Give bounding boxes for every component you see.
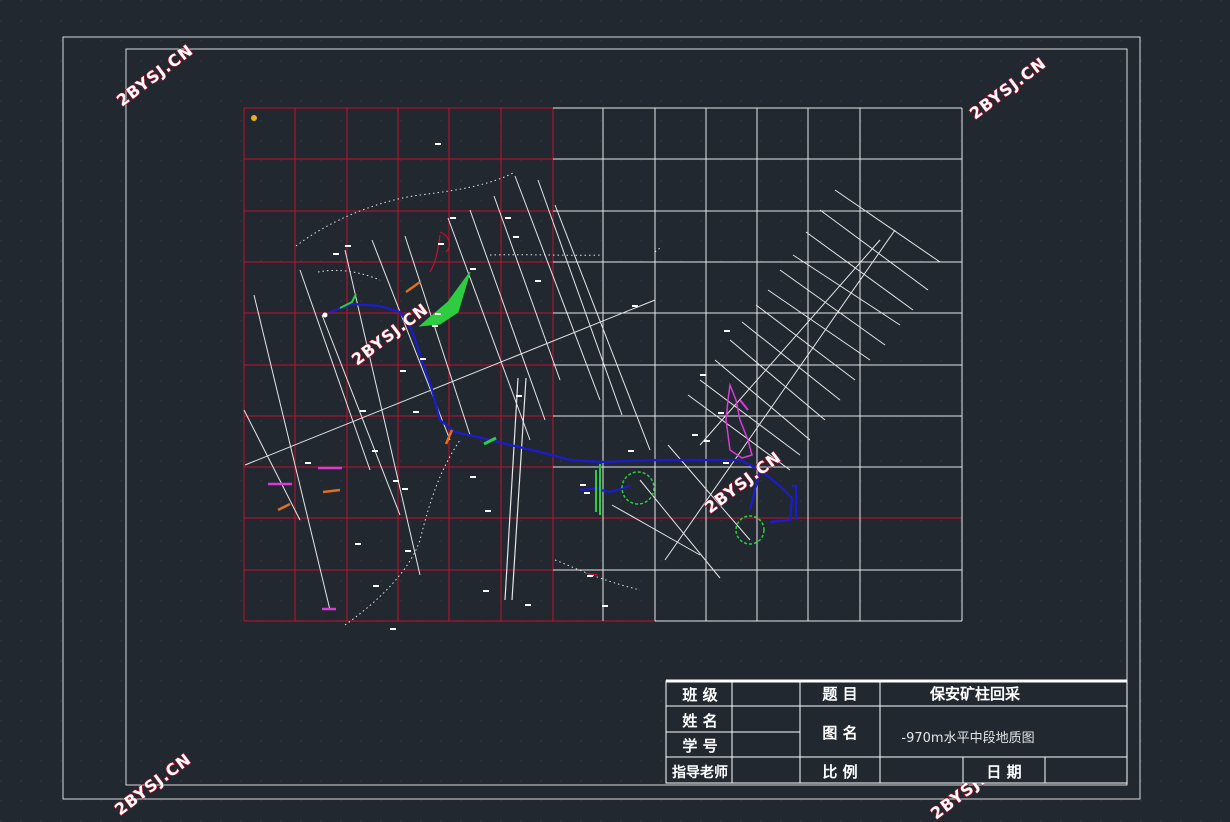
survey-tick (345, 245, 351, 247)
survey-tick (470, 268, 476, 270)
survey-tick (402, 488, 408, 490)
cad-drawing-canvas[interactable]: 2BYSJ.CN 2BYSJ.CN 2BYSJ.CN 2BYSJ.CN 2BYS… (0, 0, 1230, 822)
survey-tick (692, 434, 698, 436)
survey-tick (420, 358, 426, 360)
class-label: 班 级 (682, 686, 718, 704)
survey-tick (470, 476, 476, 478)
survey-tick (602, 605, 608, 607)
survey-tick (390, 628, 396, 630)
survey-tick (704, 440, 710, 442)
survey-tick (438, 243, 444, 245)
survey-tick (700, 374, 706, 376)
survey-tick (435, 143, 441, 145)
survey-tick (372, 450, 378, 452)
survey-tick (587, 575, 593, 577)
north-marker (251, 115, 257, 121)
survey-tick (505, 217, 511, 219)
survey-tick (333, 253, 339, 255)
name-label: 姓 名 (682, 712, 717, 730)
survey-tick (413, 411, 419, 413)
survey-tick (723, 462, 729, 464)
topic-label: 题 目 (822, 685, 857, 703)
survey-tick (355, 543, 361, 545)
survey-tick (435, 313, 441, 315)
survey-tick (432, 325, 438, 327)
drawing-name-label: 图 名 (822, 724, 857, 742)
survey-tick (513, 236, 519, 238)
survey-tick (718, 412, 724, 414)
survey-tick (485, 510, 491, 512)
survey-tick (305, 462, 311, 464)
title-block: 班 级 姓 名 学 号 指导老师 题 目 保安矿柱回采 图 名 -970m水平中… (665, 679, 1128, 784)
survey-tick (373, 585, 379, 587)
survey-tick (400, 370, 406, 372)
survey-tick (360, 410, 366, 412)
survey-tick (632, 305, 638, 307)
survey-tick (584, 492, 590, 494)
survey-tick (535, 280, 541, 282)
survey-tick (525, 604, 531, 606)
student-id-label: 学 号 (682, 737, 717, 755)
survey-point (322, 312, 328, 318)
survey-tick (628, 450, 634, 452)
date-label: 日 期 (986, 763, 1021, 781)
survey-tick (405, 550, 411, 552)
advisor-label: 指导老师 (672, 764, 728, 781)
survey-tick (580, 484, 586, 486)
survey-tick (483, 590, 489, 592)
survey-tick (516, 395, 522, 397)
survey-tick (450, 217, 456, 219)
survey-tick (724, 330, 730, 332)
topic-value: 保安矿柱回采 (929, 685, 1021, 703)
scale-label: 比 例 (822, 763, 857, 781)
drawing-name-value: -970m水平中段地质图 (901, 731, 1034, 746)
survey-tick (393, 480, 399, 482)
